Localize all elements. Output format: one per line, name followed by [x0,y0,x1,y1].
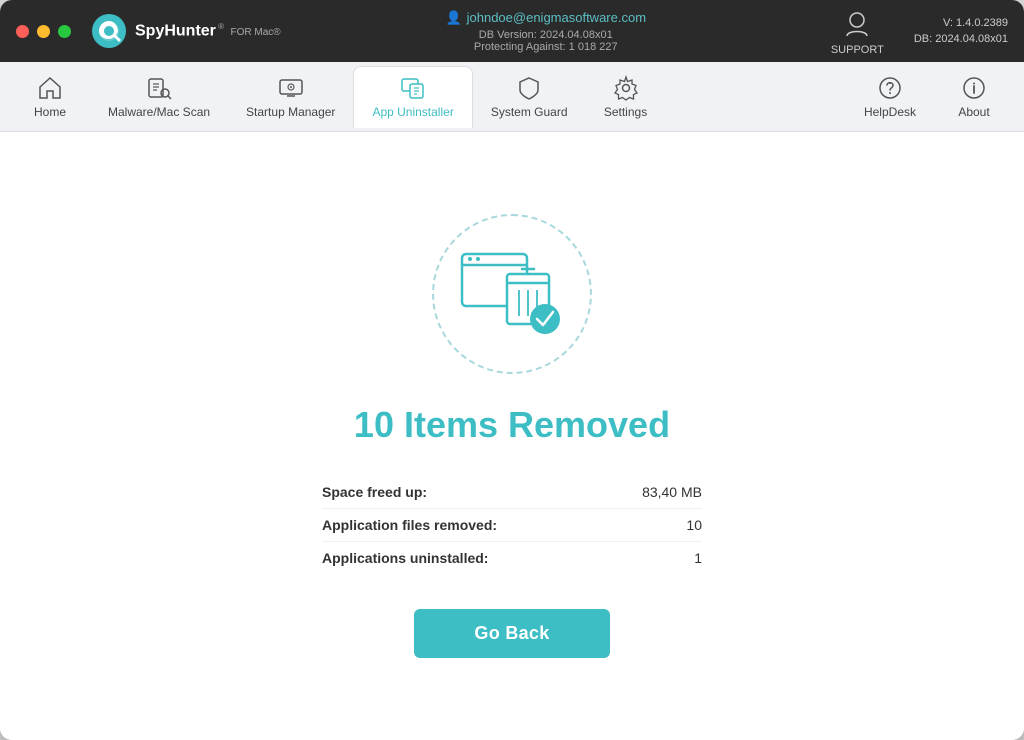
nav-label-helpdesk: HelpDesk [864,105,916,119]
stat-row-space: Space freed up: 83,40 MB [322,476,702,509]
nav-label-home: Home [34,105,66,119]
nav-item-system-guard[interactable]: System Guard [473,66,586,128]
app-window: SpyHunter ® FOR Mac® 👤 johndoe@enigmasof… [0,0,1024,740]
nav-label-app-uninstaller: App Uninstaller [372,105,453,119]
nav-item-settings[interactable]: Settings [586,66,666,128]
settings-icon [613,75,639,101]
result-title: 10 Items Removed [354,404,670,446]
close-button[interactable] [16,25,29,38]
nav-item-malware-scan[interactable]: Malware/Mac Scan [90,66,228,128]
titlebar-center: 👤 johndoe@enigmasoftware.com DB Version:… [281,10,811,53]
nav-label-system-guard: System Guard [491,105,568,119]
titlebar: SpyHunter ® FOR Mac® 👤 johndoe@enigmasof… [0,0,1024,62]
stat-value-files: 10 [686,517,702,533]
brand: SpyHunter ® FOR Mac® [91,13,281,49]
system-guard-icon [516,75,542,101]
stat-value-apps: 1 [694,550,702,566]
malware-scan-icon [146,75,172,101]
db-info: DB Version: 2024.04.08x01 Protecting Aga… [474,29,618,53]
nav-label-settings: Settings [604,105,647,119]
home-icon [37,75,63,101]
navbar: Home Malware/Mac Scan Startup Manager [0,62,1024,132]
nav-label-about: About [958,105,989,119]
stat-label-files: Application files removed: [322,517,497,533]
helpdesk-icon [877,75,903,101]
traffic-lights [16,25,71,38]
nav-item-app-uninstaller[interactable]: App Uninstaller [353,66,472,128]
startup-manager-icon [278,75,304,101]
brand-logo-icon [91,13,127,49]
stat-row-apps: Applications uninstalled: 1 [322,542,702,574]
nav-item-about[interactable]: About [934,66,1014,128]
nav-label-malware-scan: Malware/Mac Scan [108,105,210,119]
nav-item-home[interactable]: Home [10,66,90,128]
stat-label-apps: Applications uninstalled: [322,550,488,566]
person-icon: 👤 [445,10,461,26]
stat-row-files: Application files removed: 10 [322,509,702,542]
about-icon [961,75,987,101]
brand-name: SpyHunter ® FOR Mac® [135,22,281,40]
main-content: 10 Items Removed Space freed up: 83,40 M… [0,132,1024,740]
app-uninstaller-icon [400,75,426,101]
version-block: V: 1.4.0.2389 DB: 2024.04.08x01 [914,15,1008,48]
stats-table: Space freed up: 83,40 MB Application fil… [322,476,702,574]
maximize-button[interactable] [58,25,71,38]
uninstall-result-icon [457,239,567,349]
nav-item-helpdesk[interactable]: HelpDesk [846,66,934,128]
stat-label-space: Space freed up: [322,484,427,500]
stat-value-space: 83,40 MB [642,484,702,500]
result-icon-container [432,214,592,374]
support-icon [839,6,875,42]
support-block[interactable]: SUPPORT [831,6,884,56]
nav-item-startup-manager[interactable]: Startup Manager [228,66,353,128]
support-label: SUPPORT [831,44,884,56]
minimize-button[interactable] [37,25,50,38]
nav-label-startup-manager: Startup Manager [246,105,335,119]
go-back-button[interactable]: Go Back [414,609,609,658]
user-email: 👤 johndoe@enigmasoftware.com [445,10,646,26]
